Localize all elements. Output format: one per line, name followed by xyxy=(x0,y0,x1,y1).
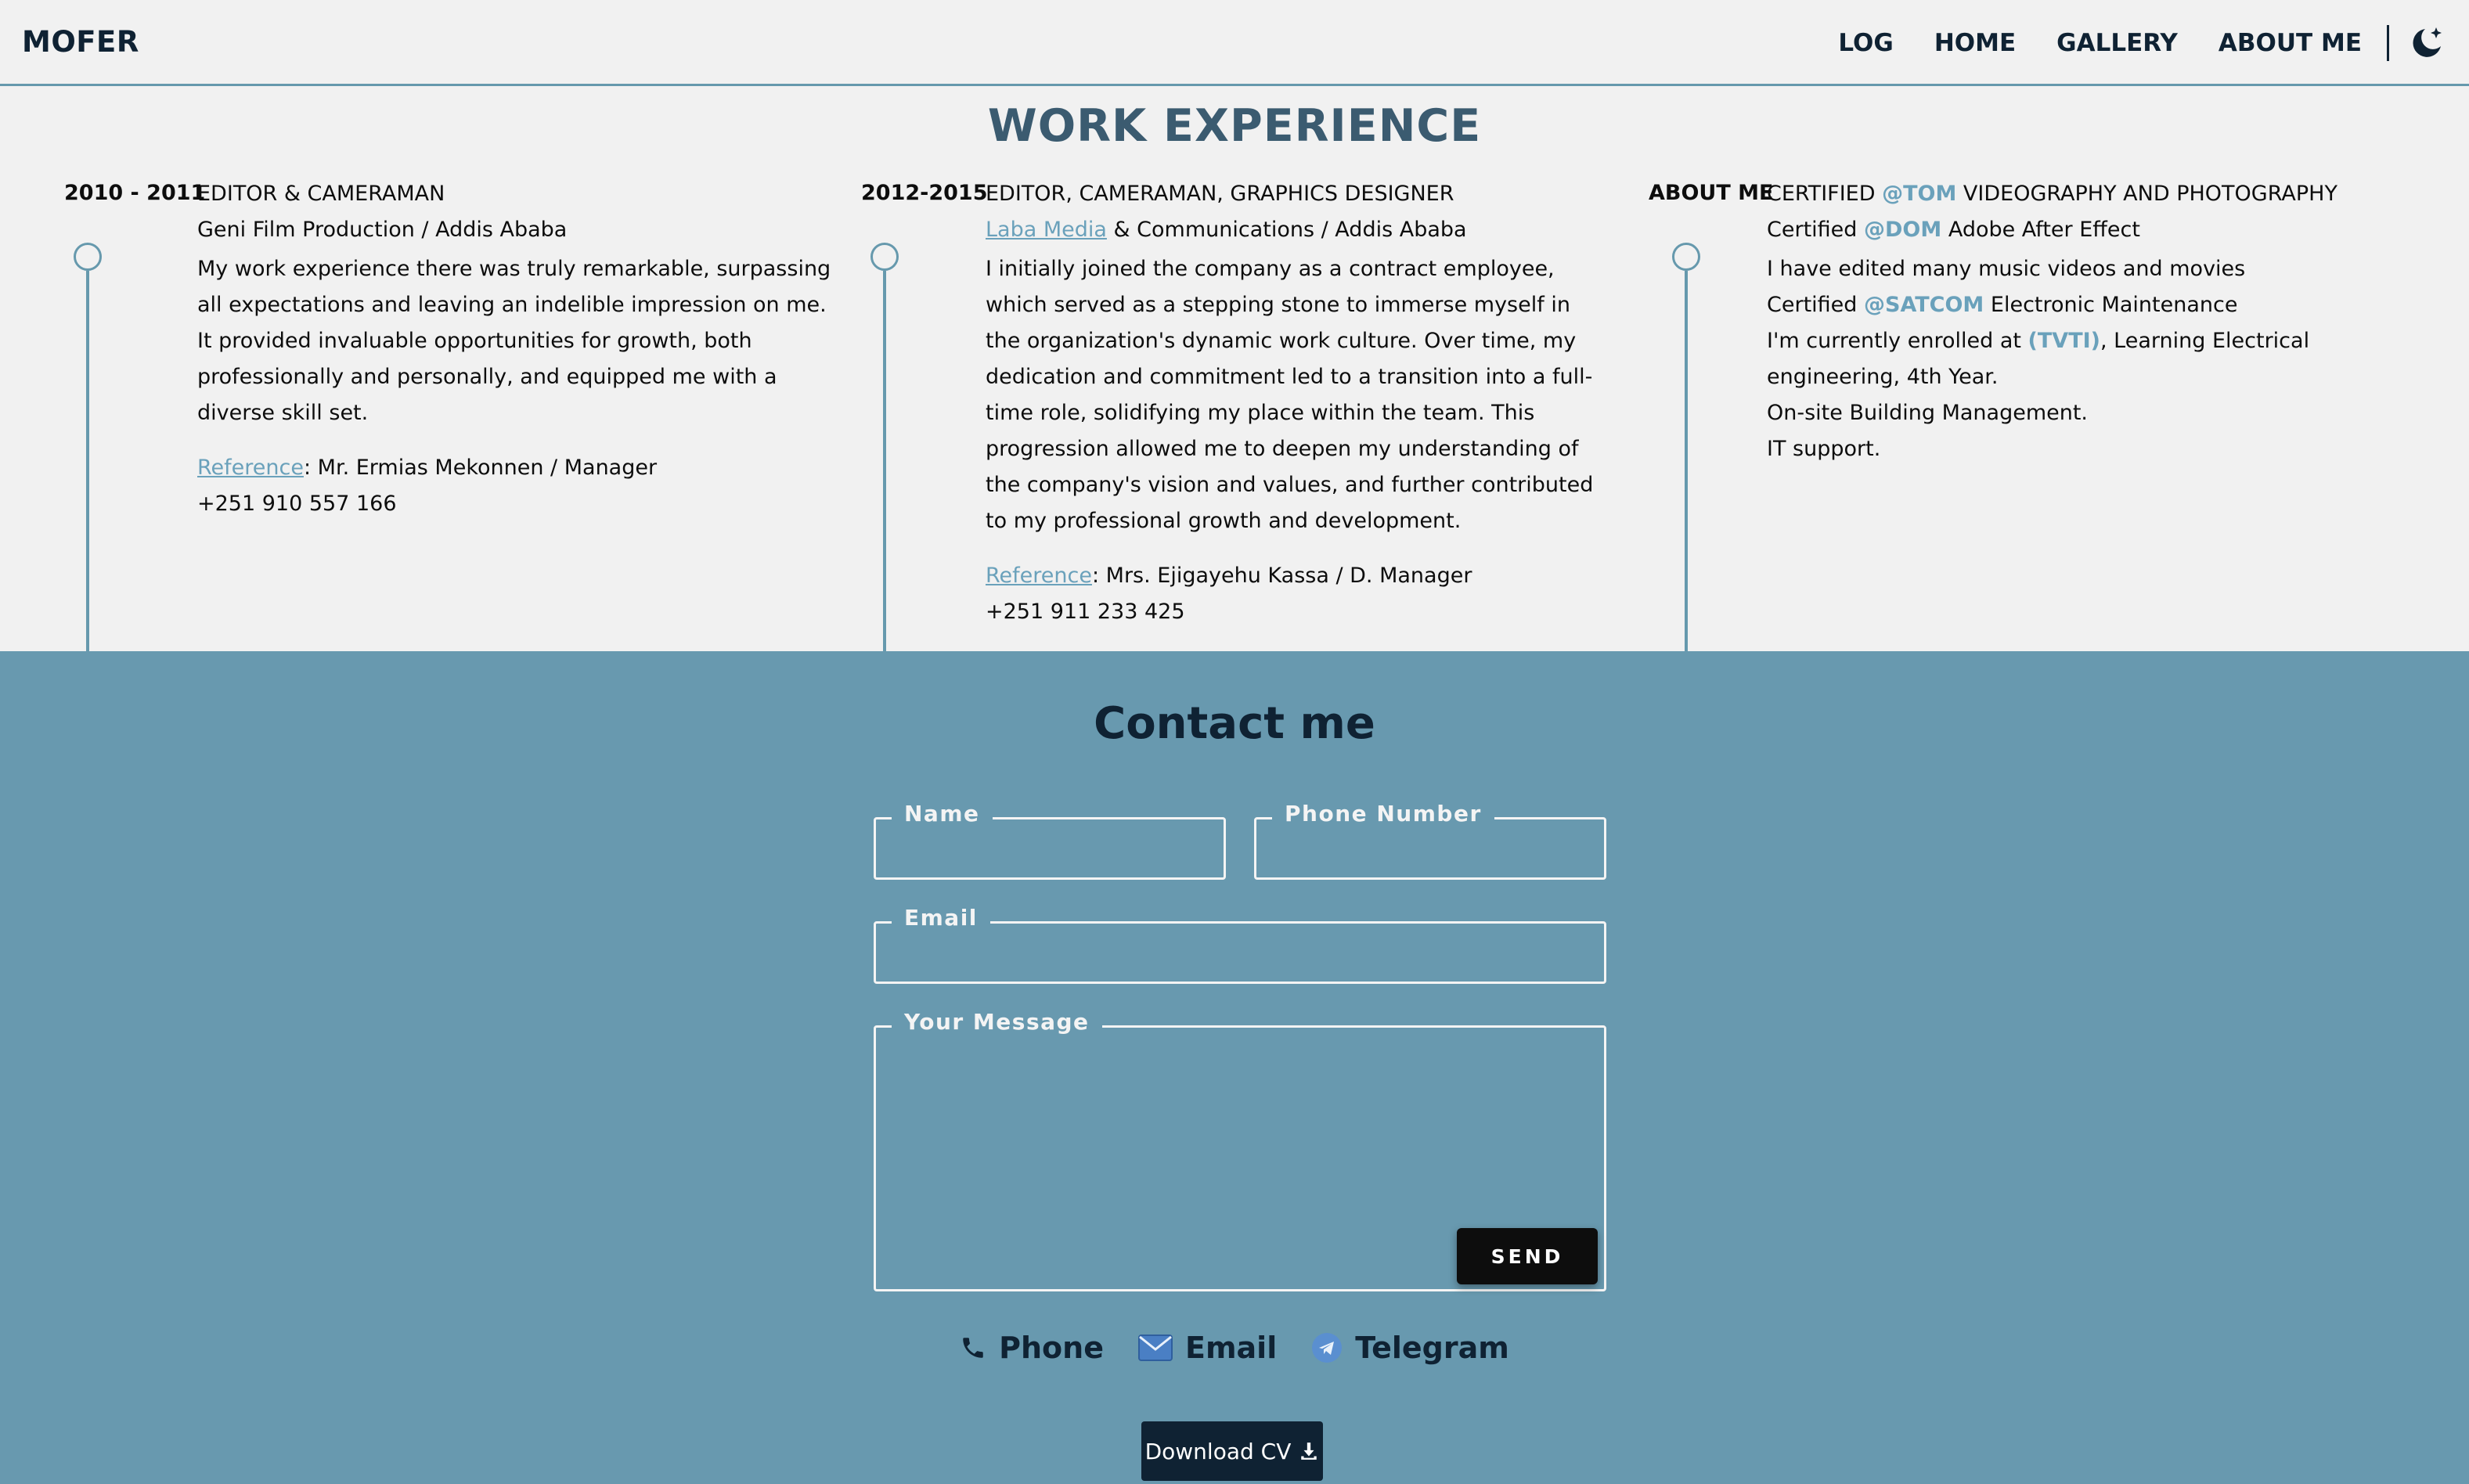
work-reference-2: Reference: Mrs. Ejigayehu Kassa / D. Man… xyxy=(986,558,1596,594)
download-cv-button[interactable]: Download CV xyxy=(1141,1421,1323,1481)
email-input[interactable] xyxy=(876,924,1604,982)
telegram-link-label: Telegram xyxy=(1355,1331,1509,1365)
work-years-2: 2012-2015 xyxy=(861,181,988,205)
nav-gallery[interactable]: GALLERY xyxy=(2056,29,2178,57)
social-links: Phone Email Telegram xyxy=(0,1331,2469,1365)
name-field: Name xyxy=(874,801,1226,880)
tvti-accent: (TVTI) xyxy=(2027,329,2101,353)
about-text: I'm currently enrolled at xyxy=(1767,329,2028,353)
phone-field: Phone Number xyxy=(1254,801,1606,880)
email-field: Email xyxy=(874,905,1606,984)
name-label: Name xyxy=(892,801,993,827)
work-reference-1: Reference: Mr. Ermias Mekonnen / Manager xyxy=(197,450,831,486)
nav-home[interactable]: HOME xyxy=(1934,29,2016,57)
about-text: Electronic Maintenance xyxy=(1984,293,2238,317)
nav-about-me[interactable]: ABOUT ME xyxy=(2218,29,2362,57)
reference-link-2[interactable]: Reference xyxy=(986,564,1092,588)
about-line-1: CERTIFIED @TOM VIDEOGRAPHY AND PHOTOGRAP… xyxy=(1767,176,2393,212)
phone-input[interactable] xyxy=(1256,819,1604,877)
about-line-4: Certified @SATCOM Electronic Maintenance xyxy=(1767,287,2393,323)
work-phone-2: +251 911 233 425 xyxy=(986,600,1185,624)
work-role-1: EDITOR & CAMERAMAN xyxy=(197,182,445,206)
work-description-1: My work experience there was truly remar… xyxy=(197,257,831,425)
name-input[interactable] xyxy=(876,819,1224,877)
dom-accent: @DOM xyxy=(1864,218,1942,242)
work-company-2: Laba Media & Communications / Addis Abab… xyxy=(986,212,1596,248)
contact-title: Contact me xyxy=(1094,698,1375,749)
satcom-accent: @SATCOM xyxy=(1864,293,1984,317)
timeline-line-3 xyxy=(1685,271,1688,651)
about-text: VIDEOGRAPHY AND PHOTOGRAPHY xyxy=(1956,182,2337,206)
work-description-2: I initially joined the company as a cont… xyxy=(986,257,1594,533)
timeline-dot-3 xyxy=(1672,243,1700,271)
about-line-7: IT support. xyxy=(1767,437,1881,461)
telegram-link[interactable]: Telegram xyxy=(1311,1331,1509,1365)
work-company-1: Geni Film Production / Addis Ababa xyxy=(197,218,568,242)
phone-icon xyxy=(960,1335,986,1361)
phone-link[interactable]: Phone xyxy=(960,1331,1104,1365)
tom-accent: @TOM xyxy=(1882,182,1957,206)
about-line-3: I have edited many music videos and movi… xyxy=(1767,257,2246,281)
timeline-dot-1 xyxy=(74,243,102,271)
nav-divider xyxy=(2387,25,2389,61)
work-details-1: EDITOR & CAMERAMAN Geni Film Production … xyxy=(197,176,831,522)
telegram-icon xyxy=(1311,1332,1343,1363)
envelope-icon xyxy=(1137,1334,1173,1362)
timeline-dot-2 xyxy=(870,243,899,271)
work-experience-title: WORK EXPERIENCE xyxy=(987,100,1482,152)
work-details-2: EDITOR, CAMERAMAN, GRAPHICS DESIGNER Lab… xyxy=(986,176,1596,630)
work-years-1: 2010 - 2011 xyxy=(64,181,206,205)
timeline-line-2 xyxy=(883,271,886,651)
timeline-line-1 xyxy=(86,271,89,651)
reference-value-1: : Mr. Ermias Mekonnen / Manager xyxy=(303,456,658,480)
download-cv-label: Download CV xyxy=(1144,1438,1292,1464)
about-text: Adobe After Effect xyxy=(1941,218,2140,242)
message-label: Your Message xyxy=(892,1009,1102,1035)
reference-link-1[interactable]: Reference xyxy=(197,456,304,480)
reference-value-2: : Mrs. Ejigayehu Kassa / D. Manager xyxy=(1091,564,1472,588)
about-details: CERTIFIED @TOM VIDEOGRAPHY AND PHOTOGRAP… xyxy=(1767,176,2393,467)
about-me-label: ABOUT ME xyxy=(1649,181,1774,205)
moon-stars-icon xyxy=(2413,27,2442,57)
email-link[interactable]: Email xyxy=(1137,1331,1278,1365)
about-line-6: On-site Building Management. xyxy=(1767,401,2089,425)
phone-link-label: Phone xyxy=(999,1331,1104,1365)
work-role-2: EDITOR, CAMERAMAN, GRAPHICS DESIGNER xyxy=(986,182,1454,206)
send-button[interactable]: SEND xyxy=(1457,1228,1598,1284)
site-logo[interactable]: MOFER xyxy=(22,25,139,59)
about-text: CERTIFIED xyxy=(1767,182,1883,206)
about-text: Certified xyxy=(1767,293,1864,317)
main-nav: LOG HOME GALLERY ABOUT ME xyxy=(1838,0,2469,86)
phone-label: Phone Number xyxy=(1272,801,1494,827)
email-label: Email xyxy=(892,905,990,931)
about-text: Certified xyxy=(1767,218,1864,242)
laba-media-link[interactable]: Laba Media xyxy=(986,218,1107,242)
work-company-rest-2: & Communications / Addis Ababa xyxy=(1106,218,1467,242)
theme-toggle-button[interactable] xyxy=(2403,20,2450,67)
about-line-5: I'm currently enrolled at (TVTI), Learni… xyxy=(1767,323,2393,395)
about-line-2: Certified @DOM Adobe After Effect xyxy=(1767,212,2393,248)
download-icon xyxy=(1299,1441,1319,1461)
nav-log[interactable]: LOG xyxy=(1838,29,1893,57)
contact-section: Contact me Name Phone Number Email Your … xyxy=(0,651,2469,1484)
work-phone-1: +251 910 557 166 xyxy=(197,492,397,516)
email-link-label: Email xyxy=(1184,1331,1278,1365)
top-header: MOFER LOG HOME GALLERY ABOUT ME xyxy=(0,0,2469,86)
